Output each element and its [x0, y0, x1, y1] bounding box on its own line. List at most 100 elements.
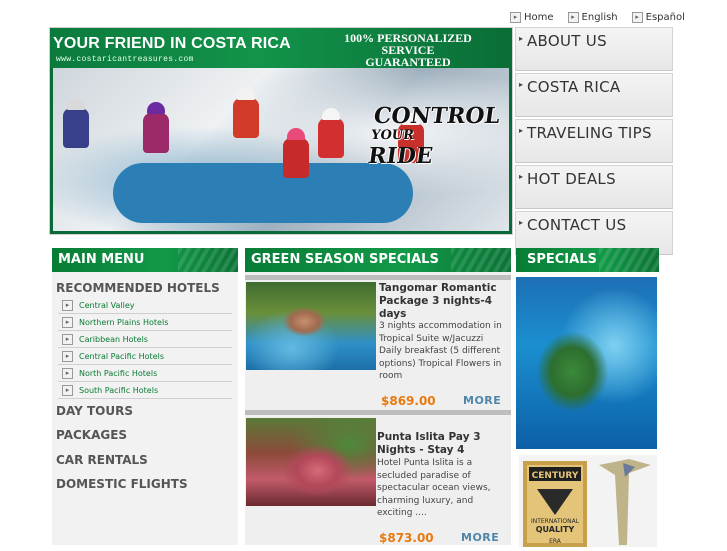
english-link-label: English [581, 12, 618, 23]
more-link-tangomar[interactable]: MORE [463, 394, 501, 407]
hotel-item-label: Northern Plains Hotels [79, 318, 169, 327]
offer-desc-tangomar: 3 nights accommodation in Tropical Suite… [379, 321, 502, 381]
header-decoration [178, 248, 238, 272]
header-decoration [599, 248, 659, 272]
arrow-right-icon: ▸ [62, 300, 73, 311]
hotel-item-central-pacific[interactable]: ▸ Central Pacific Hotels [58, 348, 232, 365]
helmet-figure [322, 108, 340, 120]
nav-label: ABOUT US [527, 32, 607, 50]
award-photo: CENTURY INTERNATIONAL QUALITY ERA [519, 455, 657, 547]
offer-price-punta-islita: $873.00 [379, 531, 434, 545]
raft-shape [113, 163, 413, 223]
green-season-header: GREEN SEASON SPECIALS [245, 248, 511, 272]
arrow-right-icon: ▸ [62, 351, 73, 362]
arrow-right-icon: ▸ [510, 12, 521, 23]
arrow-right-icon: ▸ [62, 368, 73, 379]
coastal-aerial-photo[interactable] [516, 277, 657, 449]
nav-label: TRAVELING TIPS [527, 124, 652, 142]
nav-label: CONTACT US [527, 216, 627, 234]
specials-header: SPECIALS [516, 248, 659, 272]
rider-figure [233, 98, 259, 138]
rafting-photo: CONTROL YOUR RIDE [53, 68, 509, 231]
hotel-item-caribbean[interactable]: ▸ Caribbean Hotels [58, 331, 232, 348]
specials-panel: SPECIALS CENTURY INTERNATIONAL QUALITY E… [516, 248, 659, 547]
helmet-figure [237, 88, 255, 100]
offer-desc-punta-islita: Hotel Punta Islita is a secluded paradis… [377, 458, 491, 518]
guarantee-line-2: SERVICE GUARANTEED [365, 43, 451, 69]
nav-hot-deals[interactable]: ▸ HOT DEALS [515, 165, 673, 209]
divider [245, 410, 511, 415]
green-season-title: GREEN SEASON SPECIALS [251, 252, 439, 267]
day-tours-link[interactable]: DAY TOURS [56, 404, 133, 418]
nav-label: HOT DEALS [527, 170, 616, 188]
recommended-hotels-link[interactable]: RECOMMENDED HOTELS [56, 281, 220, 295]
offer-title-punta-islita[interactable]: Punta Islita Pay 3 Nights - Stay 4 [377, 431, 507, 457]
nav-label: COSTA RICA [527, 78, 621, 96]
arrow-right-icon: ▸ [62, 334, 73, 345]
svg-text:ERA: ERA [549, 538, 562, 545]
svg-text:QUALITY: QUALITY [536, 525, 575, 534]
domestic-flights-link[interactable]: DOMESTIC FLIGHTS [56, 477, 188, 491]
offer-price-tangomar: $869.00 [381, 394, 436, 408]
arrow-right-icon: ▸ [519, 34, 524, 43]
hero-banner[interactable]: YOUR FRIEND IN COSTA RICA www.costarican… [49, 27, 513, 235]
car-rentals-link[interactable]: CAR RENTALS [56, 453, 148, 467]
more-link-punta-islita[interactable]: MORE [461, 531, 499, 544]
arrow-right-icon: ▸ [631, 12, 643, 23]
main-menu-title: MAIN MENU [58, 252, 145, 267]
espanol-link[interactable]: ▸ Español [631, 12, 685, 23]
rider-figure [318, 118, 344, 158]
svg-text:CENTURY: CENTURY [532, 471, 579, 481]
arrow-right-icon: ▸ [567, 12, 579, 23]
header-decoration [451, 248, 511, 272]
green-season-body: Tangomar Romantic Package 3 nights-4 day… [245, 272, 511, 545]
hotel-item-label: Caribbean Hotels [79, 335, 148, 344]
rider-figure [63, 108, 89, 148]
home-link-label: Home [524, 12, 554, 23]
home-link[interactable]: ▸ Home [510, 12, 554, 23]
guarantee-text: 100% PERSONALIZED SERVICE GUARANTEED [338, 32, 478, 68]
arrow-right-icon: ▸ [62, 317, 73, 328]
rider-figure [143, 113, 169, 153]
hotel-item-north-pacific[interactable]: ▸ North Pacific Hotels [58, 365, 232, 382]
nav-about-us[interactable]: ▸ ABOUT US [515, 27, 673, 71]
green-season-panel: GREEN SEASON SPECIALS Tangomar Romantic … [245, 248, 511, 545]
right-navigation: ▸ ABOUT US ▸ COSTA RICA ▸ TRAVELING TIPS… [515, 27, 673, 257]
helmet-figure [147, 102, 165, 114]
main-menu-panel: MAIN MENU RECOMMENDED HOTELS ▸ Central V… [52, 248, 238, 545]
helmet-figure [287, 128, 305, 140]
main-menu-body: RECOMMENDED HOTELS ▸ Central Valley ▸ No… [52, 272, 238, 545]
hotel-item-label: Central Valley [79, 301, 135, 310]
hotel-item-central-valley[interactable]: ▸ Central Valley [58, 297, 232, 314]
nav-costa-rica[interactable]: ▸ COSTA RICA [515, 73, 673, 117]
quality-award-icon: CENTURY INTERNATIONAL QUALITY ERA [523, 459, 651, 547]
main-menu-header: MAIN MENU [52, 248, 238, 272]
hotel-item-label: North Pacific Hotels [79, 369, 158, 378]
banner-title: YOUR FRIEND IN COSTA RICA [53, 35, 291, 52]
hotel-sublist: ▸ Central Valley ▸ Northern Plains Hotel… [58, 297, 232, 399]
espanol-link-label: Español [645, 12, 685, 23]
arrow-right-icon: ▸ [519, 172, 524, 181]
svg-text:INTERNATIONAL: INTERNATIONAL [531, 518, 580, 525]
arrow-right-icon: ▸ [519, 218, 524, 227]
packages-link[interactable]: PACKAGES [56, 428, 127, 442]
top-links: ▸ Home ▸ English ▸ Español [510, 12, 685, 23]
divider [245, 275, 511, 280]
banner-strip: YOUR FRIEND IN COSTA RICA www.costarican… [50, 28, 512, 68]
hotel-item-south-pacific[interactable]: ▸ South Pacific Hotels [58, 382, 232, 399]
nav-traveling-tips[interactable]: ▸ TRAVELING TIPS [515, 119, 673, 163]
specials-title: SPECIALS [527, 252, 597, 267]
tangomar-photo[interactable] [246, 282, 376, 370]
offer-title-tangomar[interactable]: Tangomar Romantic Package 3 nights-4 day… [379, 282, 507, 321]
arrow-right-icon: ▸ [62, 385, 73, 396]
hotel-item-northern-plains[interactable]: ▸ Northern Plains Hotels [58, 314, 232, 331]
english-link[interactable]: ▸ English [567, 12, 618, 23]
punta-islita-photo[interactable] [246, 418, 376, 506]
hotel-item-label: Central Pacific Hotels [79, 352, 164, 361]
control-your-ride-logo: CONTROL YOUR RIDE [366, 103, 502, 169]
arrow-right-icon: ▸ [519, 126, 524, 135]
banner-url: www.costaricantreasures.com [56, 55, 194, 64]
helmet-figure [67, 98, 85, 110]
arrow-right-icon: ▸ [519, 80, 524, 89]
rider-figure [283, 138, 309, 178]
